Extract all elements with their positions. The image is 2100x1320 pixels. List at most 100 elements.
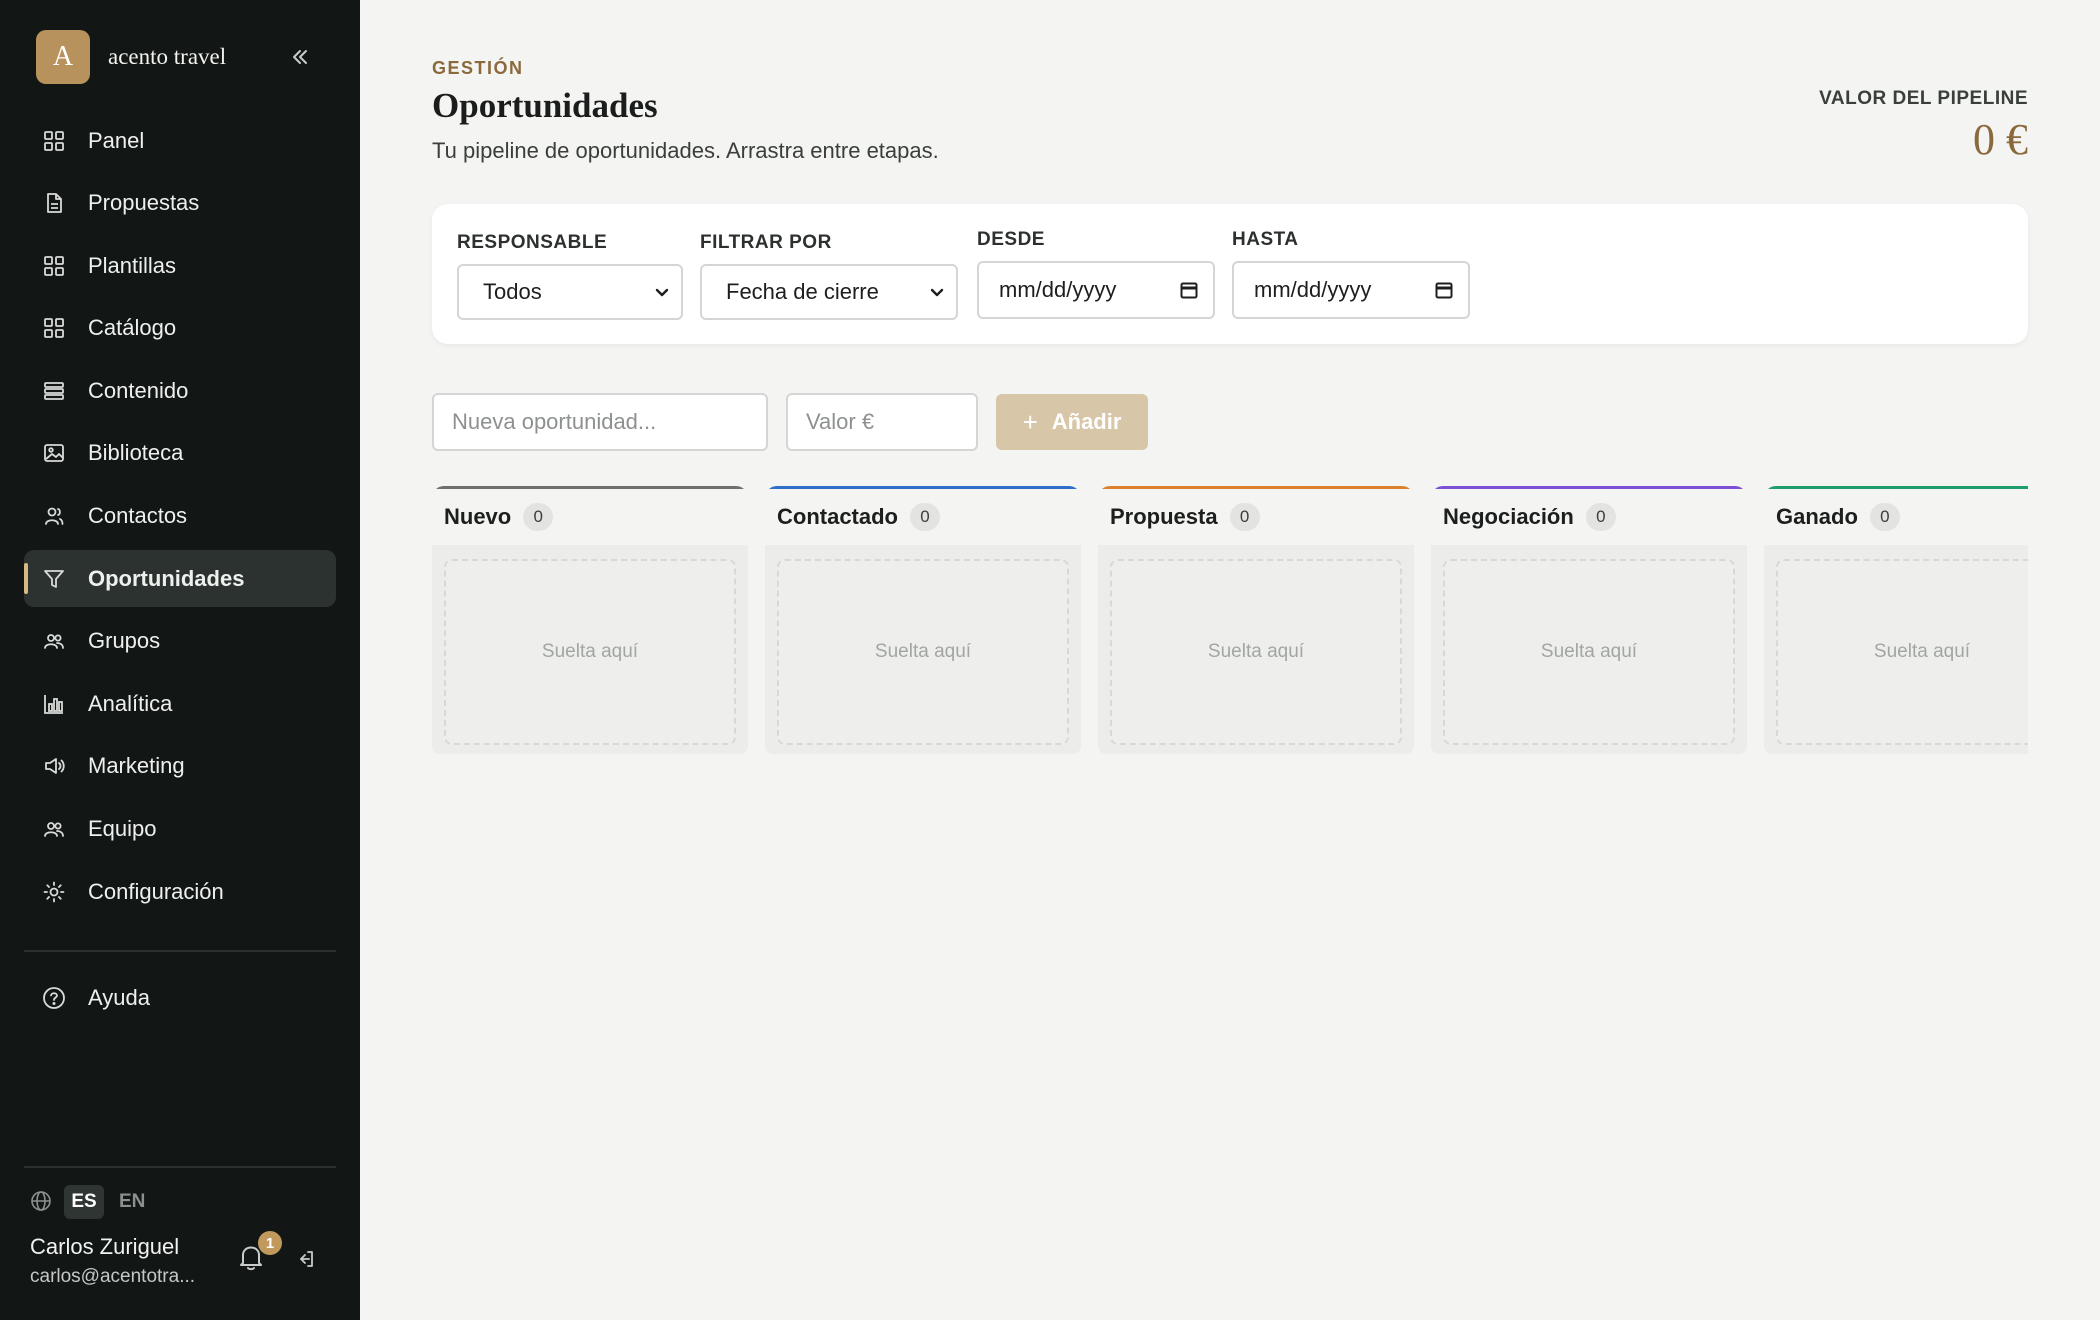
hasta-date-input[interactable]: mm/dd/yyyy bbox=[1232, 261, 1470, 319]
filtrar-por-select-value: Fecha de cierre bbox=[726, 279, 879, 304]
pipeline-column-negociacion: Negociación 0 Suelta aquí bbox=[1431, 486, 1747, 754]
sidebar-item-marketing[interactable]: Marketing bbox=[24, 738, 336, 795]
gear-icon bbox=[42, 880, 66, 904]
brand-logo: A bbox=[36, 30, 90, 84]
sidebar-item-label: Grupos bbox=[88, 628, 161, 654]
globe-icon bbox=[30, 1190, 54, 1214]
filter-hasta: HASTA mm/dd/yyyy bbox=[1232, 229, 1470, 319]
responsable-select[interactable]: Todos bbox=[457, 264, 683, 320]
sidebar-item-grupos[interactable]: Grupos bbox=[24, 613, 336, 670]
sidebar-item-oportunidades[interactable]: Oportunidades bbox=[24, 550, 336, 608]
sidebar-nav: Panel Propuestas Plantillas Catálogo Con… bbox=[24, 112, 336, 926]
column-title: Nuevo bbox=[444, 504, 512, 529]
column-header: Nuevo 0 bbox=[432, 489, 748, 545]
double-chevron-left-icon bbox=[293, 50, 307, 64]
user-name: Carlos Zuriguel bbox=[30, 1234, 180, 1259]
megaphone-icon bbox=[42, 754, 66, 778]
drop-zone[interactable]: Suelta aquí bbox=[444, 559, 736, 745]
column-header: Ganado 0 bbox=[1764, 489, 2028, 545]
column-header: Contactado 0 bbox=[765, 489, 1081, 545]
plus-icon: + bbox=[1022, 406, 1038, 437]
desde-date-value: mm/dd/yyyy bbox=[999, 277, 1117, 302]
pipeline-column-ganado: Ganado 0 Suelta aquí bbox=[1764, 486, 2028, 754]
filter-hasta-label: HASTA bbox=[1232, 229, 1299, 250]
filter-desde-label: DESDE bbox=[977, 229, 1045, 250]
language-switcher: ES EN bbox=[30, 1185, 160, 1219]
sidebar-item-label: Configuración bbox=[88, 878, 224, 904]
column-title: Ganado bbox=[1776, 504, 1858, 529]
filter-desde: DESDE mm/dd/yyyy bbox=[977, 229, 1215, 319]
sidebar: A acento travel Panel Propuestas Plantil… bbox=[0, 0, 360, 1320]
sidebar-item-label: Ayuda bbox=[88, 984, 150, 1010]
sidebar-item-contenido[interactable]: Contenido bbox=[24, 362, 336, 419]
sidebar-item-label: Propuestas bbox=[88, 190, 200, 216]
sidebar-item-analitica[interactable]: Analítica bbox=[24, 675, 336, 732]
bar-chart-icon bbox=[42, 692, 66, 716]
logout-button[interactable] bbox=[294, 1248, 318, 1272]
sidebar-item-label: Marketing bbox=[88, 753, 185, 779]
column-title: Negociación bbox=[1443, 504, 1574, 529]
opportunity-name-input[interactable]: Nueva oportunidad... bbox=[432, 393, 768, 451]
sidebar-item-label: Plantillas bbox=[88, 252, 177, 278]
sidebar-item-panel[interactable]: Panel bbox=[24, 112, 336, 169]
sidebar-divider bbox=[24, 1166, 336, 1168]
drop-zone[interactable]: Suelta aquí bbox=[777, 559, 1069, 745]
column-header: Negociación 0 bbox=[1431, 489, 1747, 545]
drop-zone[interactable]: Suelta aquí bbox=[1443, 559, 1735, 745]
sidebar-item-plantillas[interactable]: Plantillas bbox=[24, 237, 336, 294]
sidebar-item-contactos[interactable]: Contactos bbox=[24, 488, 336, 545]
filter-responsable: RESPONSABLE Todos bbox=[457, 232, 683, 320]
drop-zone[interactable]: Suelta aquí bbox=[1110, 559, 1402, 745]
responsable-select-value: Todos bbox=[483, 279, 542, 304]
column-count-badge: 0 bbox=[523, 503, 554, 531]
opportunity-value-input[interactable]: Valor € bbox=[786, 393, 978, 451]
sidebar-item-label: Biblioteca bbox=[88, 440, 184, 466]
brand[interactable]: A acento travel bbox=[36, 30, 226, 84]
column-count-badge: 0 bbox=[1869, 503, 1900, 531]
column-count-badge: 0 bbox=[1585, 503, 1616, 531]
calendar-icon[interactable] bbox=[1179, 280, 1199, 300]
add-button-label: Añadir bbox=[1051, 409, 1122, 434]
filter-filtrar-por: FILTRAR POR Fecha de cierre bbox=[700, 232, 958, 320]
users-icon bbox=[42, 817, 66, 841]
filter-responsable-label: RESPONSABLE bbox=[457, 232, 608, 253]
column-count-badge: 0 bbox=[1229, 503, 1260, 531]
sidebar-item-label: Analítica bbox=[88, 690, 173, 716]
sidebar-item-label: Catálogo bbox=[88, 315, 177, 341]
section-eyebrow: GESTIÓN bbox=[432, 58, 524, 78]
desde-date-input[interactable]: mm/dd/yyyy bbox=[977, 261, 1215, 319]
chevron-down-icon bbox=[930, 288, 944, 297]
sidebar-item-propuestas[interactable]: Propuestas bbox=[24, 175, 336, 232]
add-opportunity-button[interactable]: + Añadir bbox=[996, 394, 1148, 450]
sidebar-item-catalogo[interactable]: Catálogo bbox=[24, 300, 336, 357]
drop-zone[interactable]: Suelta aquí bbox=[1776, 559, 2028, 745]
language-es-button[interactable]: ES bbox=[64, 1185, 104, 1219]
filter-filtrar-por-label: FILTRAR POR bbox=[700, 232, 832, 253]
sidebar-item-biblioteca[interactable]: Biblioteca bbox=[24, 425, 336, 482]
sidebar-item-label: Panel bbox=[88, 127, 145, 153]
filter-icon bbox=[42, 567, 66, 591]
image-icon bbox=[42, 441, 66, 465]
notification-count-badge: 1 bbox=[258, 1231, 282, 1255]
pipeline-board: Nuevo 0 Suelta aquí Contactado 0 Suelta … bbox=[432, 486, 2028, 756]
sidebar-item-label: Contactos bbox=[88, 503, 188, 529]
column-count-badge: 0 bbox=[910, 503, 940, 531]
brand-name: acento travel bbox=[108, 44, 227, 69]
filtrar-por-select[interactable]: Fecha de cierre bbox=[700, 264, 958, 320]
sidebar-item-equipo[interactable]: Equipo bbox=[24, 801, 336, 858]
column-header: Propuesta 0 bbox=[1098, 489, 1414, 545]
chevron-down-icon bbox=[655, 288, 669, 297]
sidebar-item-ayuda[interactable]: Ayuda bbox=[24, 969, 336, 1026]
add-opportunity-form: Nueva oportunidad... Valor € + Añadir bbox=[432, 393, 1148, 451]
language-en-button[interactable]: EN bbox=[112, 1185, 152, 1219]
collapse-sidebar-button[interactable] bbox=[286, 40, 314, 74]
hasta-date-value: mm/dd/yyyy bbox=[1254, 277, 1372, 302]
document-icon bbox=[42, 191, 66, 215]
users-icon bbox=[42, 629, 66, 653]
sidebar-divider bbox=[24, 950, 336, 952]
sidebar-item-configuracion[interactable]: Configuración bbox=[24, 863, 336, 920]
calendar-icon[interactable] bbox=[1434, 280, 1454, 300]
user-profile[interactable]: Carlos Zuriguel carlos@acentotra... bbox=[30, 1234, 230, 1288]
filter-panel: RESPONSABLE Todos FILTRAR POR Fecha de c… bbox=[432, 204, 2028, 344]
layers-icon bbox=[42, 379, 66, 403]
